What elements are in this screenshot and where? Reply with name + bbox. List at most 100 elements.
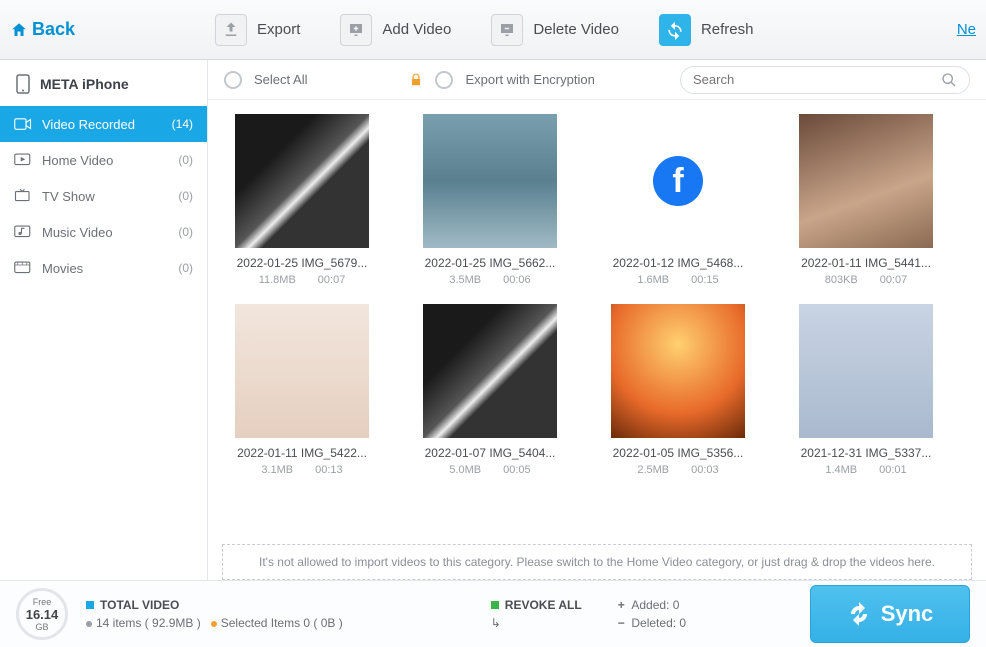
revoke-block: REVOKE ALL ↳	[491, 598, 582, 630]
video-duration: 00:07	[880, 274, 908, 286]
lock-icon	[409, 73, 423, 87]
video-card[interactable]: 2022-01-07 IMG_5404... 5.0MB 00:05	[410, 304, 570, 476]
import-hint: It's not allowed to import videos to thi…	[222, 544, 972, 580]
items-line: 14 items ( 92.9MB )	[96, 616, 201, 630]
back-label: Back	[32, 19, 75, 40]
sidebar-item-video-recorded[interactable]: Video Recorded (14)	[0, 106, 207, 142]
total-square-icon	[86, 601, 94, 609]
main-panel: Select All Export with Encryption 2022-0…	[208, 60, 986, 580]
deleted-label: Deleted: 0	[631, 616, 686, 630]
video-card[interactable]: 2022-01-11 IMG_5441... 803KB 00:07	[786, 114, 946, 286]
video-name: 2022-01-25 IMG_5679...	[222, 256, 382, 270]
tv-icon	[14, 188, 32, 204]
sync-icon	[847, 602, 871, 626]
sidebar-item-home-video[interactable]: Home Video (0)	[0, 142, 207, 178]
delete-video-icon	[491, 14, 523, 46]
sidebar-item-count: (0)	[178, 189, 193, 203]
video-name: 2022-01-05 IMG_5356...	[598, 446, 758, 460]
top-link[interactable]: Ne	[957, 21, 976, 38]
video-card[interactable]: 2022-01-25 IMG_5662... 3.5MB 00:06	[410, 114, 570, 286]
sidebar-item-label: TV Show	[42, 189, 95, 204]
video-duration: 00:07	[318, 274, 346, 286]
video-size: 1.6MB	[637, 274, 669, 286]
sidebar-item-count: (0)	[178, 153, 193, 167]
back-button[interactable]: Back	[10, 19, 75, 40]
revoke-label: REVOKE ALL	[505, 598, 582, 612]
video-name: 2021-12-31 IMG_5337...	[786, 446, 946, 460]
encryption-checkbox[interactable]	[435, 71, 453, 89]
video-duration: 00:01	[879, 464, 907, 476]
video-name: 2022-01-12 IMG_5468...	[598, 256, 758, 270]
refresh-icon	[659, 14, 691, 46]
topbar: Back Export Add Video Delete Video Refre…	[0, 0, 986, 60]
revoke-square-icon	[491, 601, 499, 609]
revoke-arrow-icon: ↳	[491, 616, 501, 630]
sidebar-item-label: Movies	[42, 261, 83, 276]
phone-icon	[16, 74, 30, 94]
sidebar-item-count: (14)	[172, 117, 193, 131]
device-header: META iPhone	[0, 60, 207, 106]
video-size: 2.5MB	[637, 464, 669, 476]
free-label: Free	[33, 597, 52, 607]
video-size: 803KB	[825, 274, 858, 286]
free-size: 16.14	[26, 607, 59, 622]
sync-label: Sync	[881, 601, 934, 627]
video-size: 1.4MB	[825, 464, 857, 476]
video-duration: 00:06	[503, 274, 531, 286]
sidebar-item-label: Music Video	[42, 225, 113, 240]
free-unit: GB	[35, 622, 48, 632]
video-card[interactable]: 2022-01-12 IMG_5468... 1.6MB00:15	[598, 114, 758, 286]
sync-button[interactable]: Sync	[810, 585, 970, 643]
sidebar: META iPhone Video Recorded (14) Home Vid…	[0, 60, 208, 580]
video-card[interactable]: 2022-01-11 IMG_5422... 3.1MB 00:13	[222, 304, 382, 476]
export-label: Export	[257, 21, 300, 38]
total-video-block: TOTAL VIDEO 14 items ( 92.9MB ) Selected…	[86, 598, 343, 630]
home-video-icon	[14, 152, 32, 168]
sidebar-item-count: (0)	[178, 225, 193, 239]
sidebar-item-count: (0)	[178, 261, 193, 275]
video-size: 5.0MB	[449, 464, 481, 476]
refresh-button[interactable]: Refresh	[659, 14, 754, 46]
sidebar-item-tv-show[interactable]: TV Show (0)	[0, 178, 207, 214]
added-label: Added: 0	[631, 598, 679, 612]
refresh-label: Refresh	[701, 21, 754, 38]
video-size: 11.8MB	[259, 274, 296, 286]
video-card[interactable]: 2022-01-25 IMG_5679... 11.8MB 00:07	[222, 114, 382, 286]
added-deleted-block: + Added: 0 − Deleted: 0	[618, 596, 686, 632]
video-card[interactable]: 2022-01-05 IMG_5356... 2.5MB 00:03	[598, 304, 758, 476]
video-duration: 00:03	[691, 464, 719, 476]
search-input-wrap[interactable]	[680, 66, 970, 94]
total-video-label: TOTAL VIDEO	[100, 598, 179, 612]
add-video-button[interactable]: Add Video	[340, 14, 451, 46]
sidebar-item-music-video[interactable]: Music Video (0)	[0, 214, 207, 250]
device-name: META iPhone	[40, 76, 129, 92]
add-video-label: Add Video	[382, 21, 451, 38]
add-video-icon	[340, 14, 372, 46]
home-icon	[10, 21, 28, 39]
sidebar-item-movies[interactable]: Movies (0)	[0, 250, 207, 286]
export-button[interactable]: Export	[215, 14, 300, 46]
bullet-icon	[86, 621, 92, 627]
music-video-icon	[14, 224, 32, 240]
status-bar: Free 16.14 GB TOTAL VIDEO 14 items ( 92.…	[0, 580, 986, 647]
video-name: 2022-01-11 IMG_5441...	[786, 256, 946, 270]
delete-video-label: Delete Video	[533, 21, 619, 38]
disk-free-gauge: Free 16.14 GB	[16, 588, 68, 640]
video-icon	[14, 116, 32, 132]
video-size: 3.1MB	[261, 464, 293, 476]
select-all-label: Select All	[254, 72, 307, 87]
video-card[interactable]: 2021-12-31 IMG_5337... 1.4MB 00:01	[786, 304, 946, 476]
video-size: 3.5MB	[449, 274, 481, 286]
video-name: 2022-01-11 IMG_5422...	[222, 446, 382, 460]
encryption-label: Export with Encryption	[465, 72, 594, 87]
delete-video-button[interactable]: Delete Video	[491, 14, 619, 46]
sidebar-item-label: Video Recorded	[42, 117, 135, 132]
filter-bar: Select All Export with Encryption	[208, 60, 986, 100]
video-grid: 2022-01-25 IMG_5679... 11.8MB 00:07 2022-…	[208, 100, 986, 536]
video-duration: 00:13	[315, 464, 343, 476]
video-duration: 00:05	[503, 464, 531, 476]
search-input[interactable]	[693, 72, 941, 87]
video-name: 2022-01-25 IMG_5662...	[410, 256, 570, 270]
video-name: 2022-01-07 IMG_5404...	[410, 446, 570, 460]
select-all-checkbox[interactable]	[224, 71, 242, 89]
